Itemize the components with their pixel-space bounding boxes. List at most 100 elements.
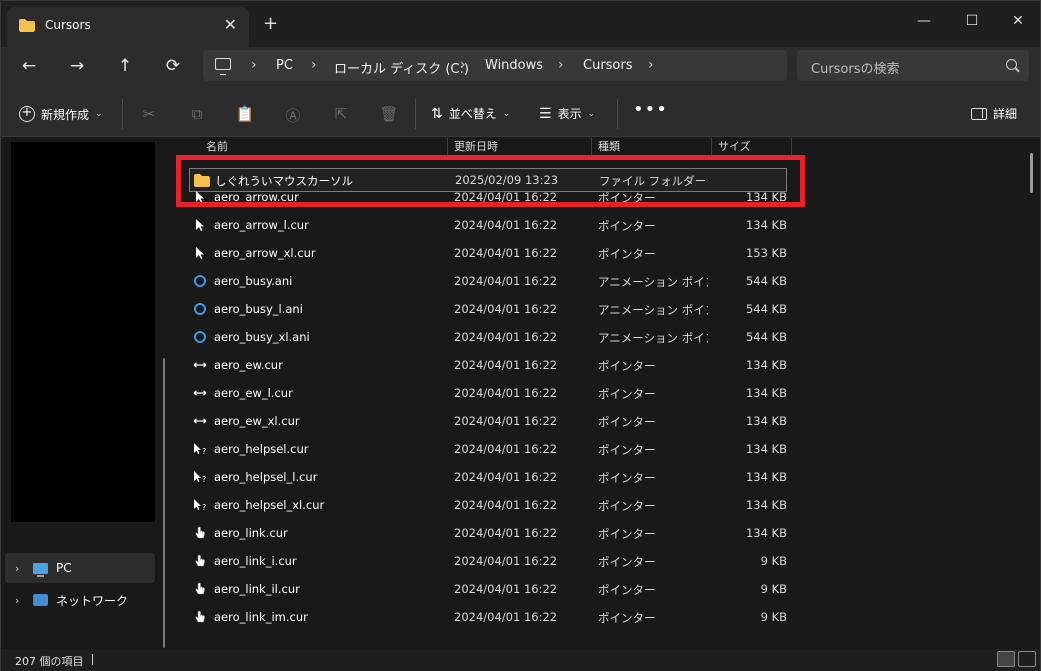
file-name: aero_ew_l.cur [214,386,293,400]
file-row[interactable]: aero_busy_l.ani 2024/04/01 16:22 アニメーション ポ… [175,295,795,323]
details-view-icon[interactable] [997,651,1015,667]
file-row[interactable]: ? aero_helpsel.cur 2024/04/01 16:22 ポインター 13… [175,435,795,463]
hand-cursor-icon [193,554,207,568]
file-name: aero_link_i.cur [214,554,297,568]
file-row[interactable]: aero_link_im.cur 2024/04/01 16:22 ポインター 9 K… [175,603,795,631]
file-row[interactable]: aero_link_i.cur 2024/04/01 16:22 ポインター 9 KB [175,547,795,575]
file-size: 134 KB [745,526,787,540]
paste-icon[interactable]: 📋 [235,105,255,123]
sort-icon: ⇅ [431,105,443,122]
file-row[interactable]: aero_busy.ani 2024/04/01 16:22 アニメーション ポイン… [175,267,795,295]
file-row[interactable]: ? aero_helpsel_l.cur 2024/04/01 16:22 ポインター… [175,463,795,491]
details-pane-icon [971,107,987,120]
svg-text:?: ? [202,447,206,456]
back-icon[interactable]: ← [15,55,43,77]
file-row[interactable]: aero_ew_xl.cur 2024/04/01 16:22 ポインター 134 K… [175,407,795,435]
file-list-scrollbar[interactable] [1030,153,1033,193]
file-row[interactable]: aero_link.cur 2024/04/01 16:22 ポインター 134 KB [175,519,795,547]
chevron-right-icon[interactable]: › [15,562,25,575]
more-options-icon[interactable]: ••• [633,99,668,120]
forward-icon[interactable]: → [63,55,91,77]
up-icon[interactable]: ↑ [111,55,139,77]
hand-cursor-icon [193,526,207,540]
file-row[interactable]: aero_ew.cur 2024/04/01 16:22 ポインター 134 KB [175,351,795,379]
breadcrumb-cursors[interactable]: Cursors [583,58,633,73]
address-bar[interactable]: › PC › ローカル ディスク (C:) › Windows › Cursor… [203,50,787,81]
file-date: 2024/04/01 16:22 [454,246,558,260]
tab-close-icon[interactable]: ✕ [224,15,237,34]
file-type: ポインター [598,583,656,597]
file-row[interactable]: aero_busy_xl.ani 2024/04/01 16:22 アニメーション … [175,323,795,351]
sort-label: 並べ替え [448,107,497,121]
file-date: 2024/04/01 16:22 [454,498,558,512]
new-button[interactable]: + 新規作成 ⌄ [19,105,103,123]
tab-cursors[interactable]: Cursors ✕ [7,7,249,47]
sidebar-item-label: ネットワーク [56,593,129,608]
file-type: ポインター [598,219,656,233]
hand-cursor-icon [193,582,207,596]
details-pane-button[interactable]: 詳細 [971,105,1017,122]
close-button[interactable]: ✕ [995,7,1041,35]
file-row[interactable]: ? aero_helpsel_xl.cur 2024/04/01 16:22 ポインタ… [175,491,795,519]
sidebar-item-pc[interactable]: › PC [5,553,155,583]
file-name: aero_helpsel.cur [214,442,309,456]
chevron-right-icon[interactable]: › [251,57,257,73]
large-icons-view-icon[interactable] [1018,651,1036,667]
file-row[interactable]: aero_link_il.cur 2024/04/01 16:22 ポインター 9 K… [175,575,795,603]
sort-button[interactable]: ⇅ 並べ替え ⌄ [431,105,510,122]
file-size: 544 KB [745,330,787,344]
busy-cursor-icon [193,330,207,344]
file-size: 134 KB [745,498,787,512]
busy-cursor-icon [193,302,207,316]
chevron-down-icon: ⌄ [95,109,103,119]
chevron-right-icon[interactable]: › [311,57,317,73]
refresh-icon[interactable]: ⟳ [159,55,187,77]
chevron-right-icon[interactable]: › [15,594,25,607]
add-icon: + [19,106,35,122]
file-size: 134 KB [745,218,787,232]
cut-icon[interactable]: ✂ [139,105,159,123]
chevron-right-icon[interactable]: › [648,57,654,73]
new-tab-button[interactable]: + [263,13,278,34]
maximize-button[interactable]: ☐ [949,7,995,35]
file-date: 2024/04/01 16:22 [454,414,558,428]
file-size: 134 KB [745,386,787,400]
file-date: 2024/04/01 16:22 [454,302,558,316]
file-row[interactable]: aero_ew_l.cur 2024/04/01 16:22 ポインター 134 KB [175,379,795,407]
file-row[interactable]: aero_arrow_l.cur 2024/04/01 16:22 ポインター 134… [175,211,795,239]
file-row[interactable]: aero_arrow_xl.cur 2024/04/01 16:22 ポインター 15… [175,239,795,267]
file-type: ポインター [598,499,656,513]
search-input[interactable]: Cursorsの検索 [811,58,900,77]
status-bar: 207 個の項目 [1,649,1040,671]
sidebar-item-label: PC [56,561,72,575]
chevron-right-icon[interactable]: › [558,57,564,73]
help-cursor-icon: ? [193,470,207,484]
delete-icon[interactable]: 🗑 [379,105,399,123]
file-type: ポインター [598,387,656,401]
file-date: 2024/04/01 16:22 [454,554,558,568]
sidebar-scrollbar[interactable] [163,358,165,648]
view-list-icon: ☰ [539,105,552,122]
view-button[interactable]: ☰ 表示 ⌄ [539,105,595,122]
breadcrumb-windows[interactable]: Windows [485,58,543,73]
divider [122,99,123,129]
file-date: 2024/04/01 16:22 [454,610,558,624]
copy-icon[interactable]: ⧉ [187,105,207,123]
minimize-button[interactable]: — [901,7,947,35]
share-icon[interactable]: ⇱ [331,105,351,123]
file-name: aero_link_im.cur [214,610,308,624]
search-icon[interactable] [1006,59,1017,70]
view-label: 表示 [557,107,582,121]
help-cursor-icon: ? [193,498,207,512]
chevron-right-icon[interactable]: › [460,57,466,73]
breadcrumb-local-disk[interactable]: ローカル ディスク (C:) [334,58,469,77]
file-name: aero_ew.cur [214,358,283,372]
sidebar-item-network[interactable]: › ネットワーク [5,585,155,615]
rename-icon[interactable]: Ⓐ [283,105,303,126]
file-explorer-window: Cursors ✕ + — ☐ ✕ ← → ↑ ⟳ › PC › ローカル ディ… [0,0,1041,671]
file-size: 134 KB [745,442,787,456]
file-date: 2024/04/01 16:22 [454,274,558,288]
breadcrumb-pc[interactable]: PC [276,58,293,73]
search-box[interactable]: Cursorsの検索 [797,50,1029,81]
file-name: aero_link_il.cur [214,582,300,596]
